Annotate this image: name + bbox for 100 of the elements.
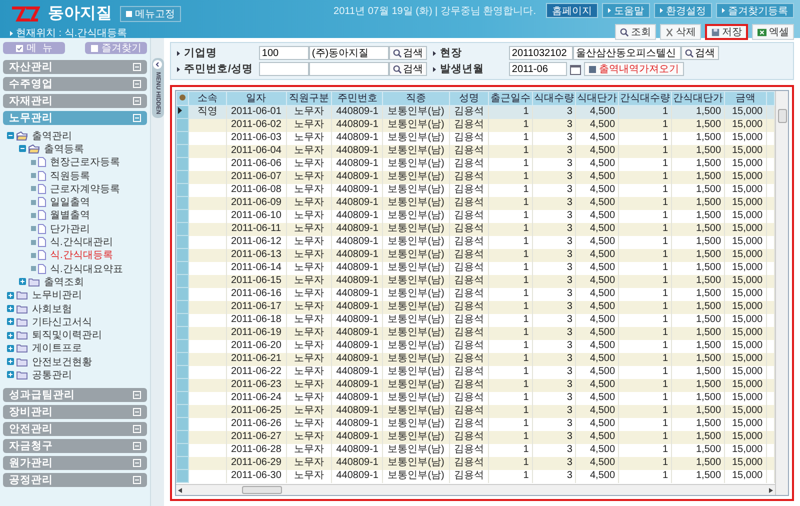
toolbar-button[interactable]: 저장 <box>705 24 748 40</box>
input-field[interactable] <box>258 62 309 76</box>
tree-item[interactable]: 출역조회 <box>44 274 84 289</box>
filter-label: 주민번호/성명 <box>184 62 253 76</box>
column-header[interactable]: 소속 <box>188 92 226 106</box>
check-icon <box>16 44 23 52</box>
toolbar-button[interactable]: 삭제 <box>660 24 701 40</box>
scroll-right-icon[interactable] <box>769 488 773 492</box>
scroll-left-icon[interactable] <box>178 488 182 492</box>
square-icon <box>90 44 98 52</box>
tree-item[interactable]: 식.간식대관리 <box>50 235 113 250</box>
toolbar-button[interactable]: 조회 <box>615 24 656 40</box>
search-button[interactable]: 검색 <box>680 46 719 60</box>
table-cell: 4,500 <box>576 470 619 482</box>
input-field[interactable]: (주)동아지질 <box>308 46 389 60</box>
search-button[interactable]: 검색 <box>388 46 427 60</box>
toggle-icon <box>133 458 141 467</box>
scroll-thumb[interactable] <box>778 109 786 123</box>
input-field[interactable]: 2011-06 <box>508 62 567 76</box>
page-icon <box>38 184 46 194</box>
input-field[interactable]: 울산삼산동오피스텔신 <box>572 46 681 60</box>
filter-label: 발생년월 <box>440 62 484 76</box>
table-cell: 3 <box>532 470 576 482</box>
tree-item[interactable]: 공통관리 <box>32 368 72 382</box>
table-cell: 김용석 <box>449 470 489 482</box>
tree-item[interactable]: 출역등록 <box>44 142 84 156</box>
breadcrumb: 현재위치 : 식.간식대등록 <box>16 27 128 40</box>
page-icon <box>38 170 46 181</box>
tree-item[interactable]: 근로자계약등록 <box>50 182 120 196</box>
toggle-icon <box>133 114 141 122</box>
column-header[interactable]: 일자 <box>226 92 286 106</box>
toggle-icon <box>133 63 141 71</box>
tree-item[interactable]: 안전보건현황 <box>32 354 92 369</box>
chevron-icon <box>153 60 162 69</box>
search-icon <box>684 48 694 58</box>
horizontal-scrollbar[interactable] <box>176 484 775 495</box>
bullet-icon <box>177 50 180 56</box>
table-cell: 15,000 <box>724 470 766 482</box>
folder-icon <box>16 304 28 314</box>
header-link[interactable]: 홈페이지 <box>546 3 598 18</box>
column-header[interactable]: 주민번호 <box>332 92 383 106</box>
tree-item[interactable]: 출역관리 <box>32 128 72 143</box>
bullet-icon <box>31 186 36 192</box>
folder-icon <box>16 356 28 367</box>
bullet-icon <box>31 160 36 165</box>
column-header[interactable]: 간식대수량 <box>618 92 672 106</box>
tree-item[interactable]: 퇴직및이력관리 <box>32 328 102 342</box>
input-field[interactable] <box>308 62 389 76</box>
input-field[interactable]: 2011032102 <box>508 46 573 60</box>
tree-item[interactable]: 식.간식대요약표 <box>50 262 123 276</box>
tree-item[interactable]: 직원등록 <box>50 168 90 183</box>
column-header[interactable]: 간식대단가 <box>672 92 725 106</box>
table-cell: 보통인부(남) <box>382 470 450 482</box>
tree-item[interactable]: 일일출역 <box>50 195 90 210</box>
search-button[interactable]: 검색 <box>388 62 427 76</box>
toolbar-button[interactable]: 엑셀 <box>752 24 794 40</box>
column-header[interactable]: 직원구분 <box>286 92 332 106</box>
bullet-icon <box>31 226 36 232</box>
corner-icon <box>176 92 189 106</box>
scroll-thumb[interactable] <box>242 486 282 494</box>
folder-icon <box>16 330 28 340</box>
column-header[interactable]: 성명 <box>449 92 489 106</box>
bullet-icon <box>660 8 663 13</box>
page-icon <box>38 210 46 220</box>
tree-item[interactable]: 기타신고서식 <box>32 314 92 329</box>
page-icon <box>38 197 46 208</box>
tree-item[interactable]: 월별출역 <box>50 208 90 222</box>
bullet-icon <box>31 173 36 178</box>
bullet-icon <box>31 266 36 272</box>
row-header[interactable] <box>176 106 189 118</box>
bullet-icon <box>608 8 611 13</box>
toggle-icon <box>133 408 141 416</box>
page-icon <box>38 264 46 274</box>
spreadsheet-icon <box>757 28 767 36</box>
filter-label: 기업명 <box>184 46 217 60</box>
bullet-icon <box>432 50 436 56</box>
tree-item[interactable]: 노무비관리 <box>32 288 82 302</box>
column-header[interactable]: 식대수량 <box>532 92 576 106</box>
tree-item[interactable]: 사회보험 <box>32 302 72 316</box>
tree-item[interactable]: 식.간식대등록 <box>50 248 113 262</box>
vertical-scrollbar[interactable] <box>775 91 788 495</box>
filter-label: 현장 <box>440 46 462 60</box>
column-header[interactable]: 식대단가 <box>576 92 619 106</box>
table-cell: 440809-1 <box>332 470 383 482</box>
tree-item[interactable]: 게이트프로 <box>32 341 82 356</box>
page-icon <box>38 224 46 234</box>
toggle-icon <box>133 97 141 105</box>
folder-icon <box>16 343 28 354</box>
fetch-button[interactable]: 출역내역가져오기 <box>584 62 684 76</box>
open-folder-icon <box>16 130 28 141</box>
toggle-icon <box>133 442 141 450</box>
tree-item[interactable]: 단가관리 <box>50 222 90 236</box>
page-icon <box>38 237 46 248</box>
column-header[interactable]: 직종 <box>382 92 450 106</box>
toggle-icon <box>133 424 141 433</box>
input-field[interactable]: 100 <box>258 46 309 60</box>
column-header[interactable]: 금액 <box>724 92 766 106</box>
tree-item[interactable]: 현장근로자등록 <box>50 155 120 170</box>
column-header[interactable]: 출근일수 <box>488 92 532 106</box>
folder-icon <box>16 290 28 300</box>
